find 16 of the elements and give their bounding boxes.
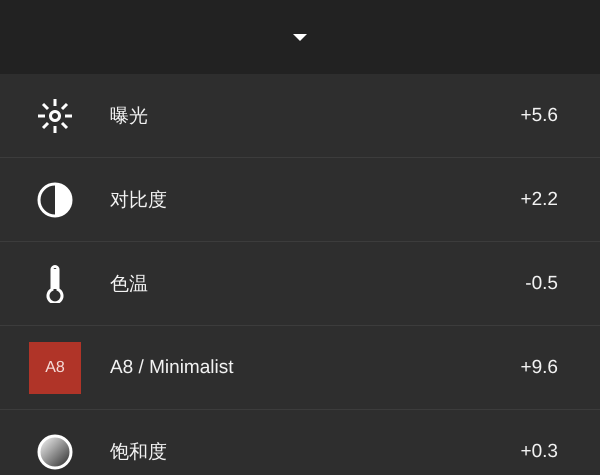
sun-icon (37, 98, 73, 134)
adjustment-value: +5.6 (520, 104, 558, 126)
thermometer-icon (45, 264, 65, 302)
adjustment-label: 色温 (110, 272, 149, 296)
adjustment-label: A8 / Minimalist (110, 356, 235, 378)
adjustment-label: 曝光 (110, 104, 149, 128)
adjustment-value: +0.3 (520, 440, 558, 462)
saturation-icon (37, 434, 73, 470)
adjustment-label: 饱和度 (110, 440, 168, 464)
adjustment-value: -0.5 (525, 272, 558, 294)
adjustment-label: 对比度 (110, 188, 168, 212)
preset-badge: A8 (29, 342, 81, 394)
adjustment-value: +9.6 (520, 356, 558, 378)
caret-icon[interactable] (293, 34, 307, 40)
adjustment-value: +2.2 (520, 188, 558, 210)
contrast-icon (37, 182, 73, 218)
